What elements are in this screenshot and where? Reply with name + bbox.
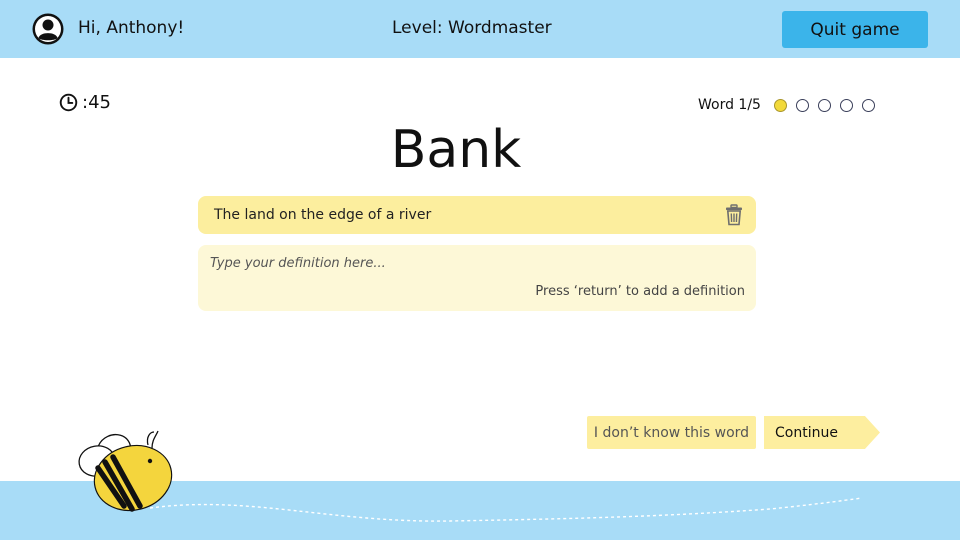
- bee-mascot-icon: [78, 430, 173, 512]
- definition-text: The land on the edge of a river: [214, 207, 432, 223]
- dont-know-button[interactable]: I don’t know this word: [587, 416, 756, 449]
- word-progress-label: Word 1/5: [698, 97, 761, 113]
- clock-icon: [59, 93, 78, 111]
- progress-dot: [861, 98, 875, 112]
- current-word: Bank: [390, 120, 522, 180]
- progress-dot: [817, 98, 831, 112]
- quit-game-button[interactable]: Quit game: [782, 11, 928, 48]
- timer: :45: [59, 91, 111, 113]
- top-bar: Hi, Anthony! Level: Wordmaster Quit game: [0, 0, 960, 58]
- word-progress: Word 1/5: [698, 96, 884, 114]
- trash-icon[interactable]: [725, 204, 743, 226]
- greeting-text: Hi, Anthony!: [78, 18, 185, 38]
- progress-dot: [795, 98, 809, 112]
- continue-button[interactable]: Continue: [764, 416, 880, 449]
- level-label: Level: Wordmaster: [392, 18, 552, 38]
- timer-value: :45: [82, 91, 111, 113]
- definition-input-box: Press ‘return’ to add a definition: [198, 245, 756, 311]
- progress-dot: [839, 98, 853, 112]
- definition-input[interactable]: [208, 251, 742, 275]
- user-avatar-icon[interactable]: [32, 13, 64, 45]
- progress-dot: [773, 98, 787, 112]
- return-hint: Press ‘return’ to add a definition: [535, 284, 745, 299]
- definition-item: The land on the edge of a river: [198, 196, 756, 234]
